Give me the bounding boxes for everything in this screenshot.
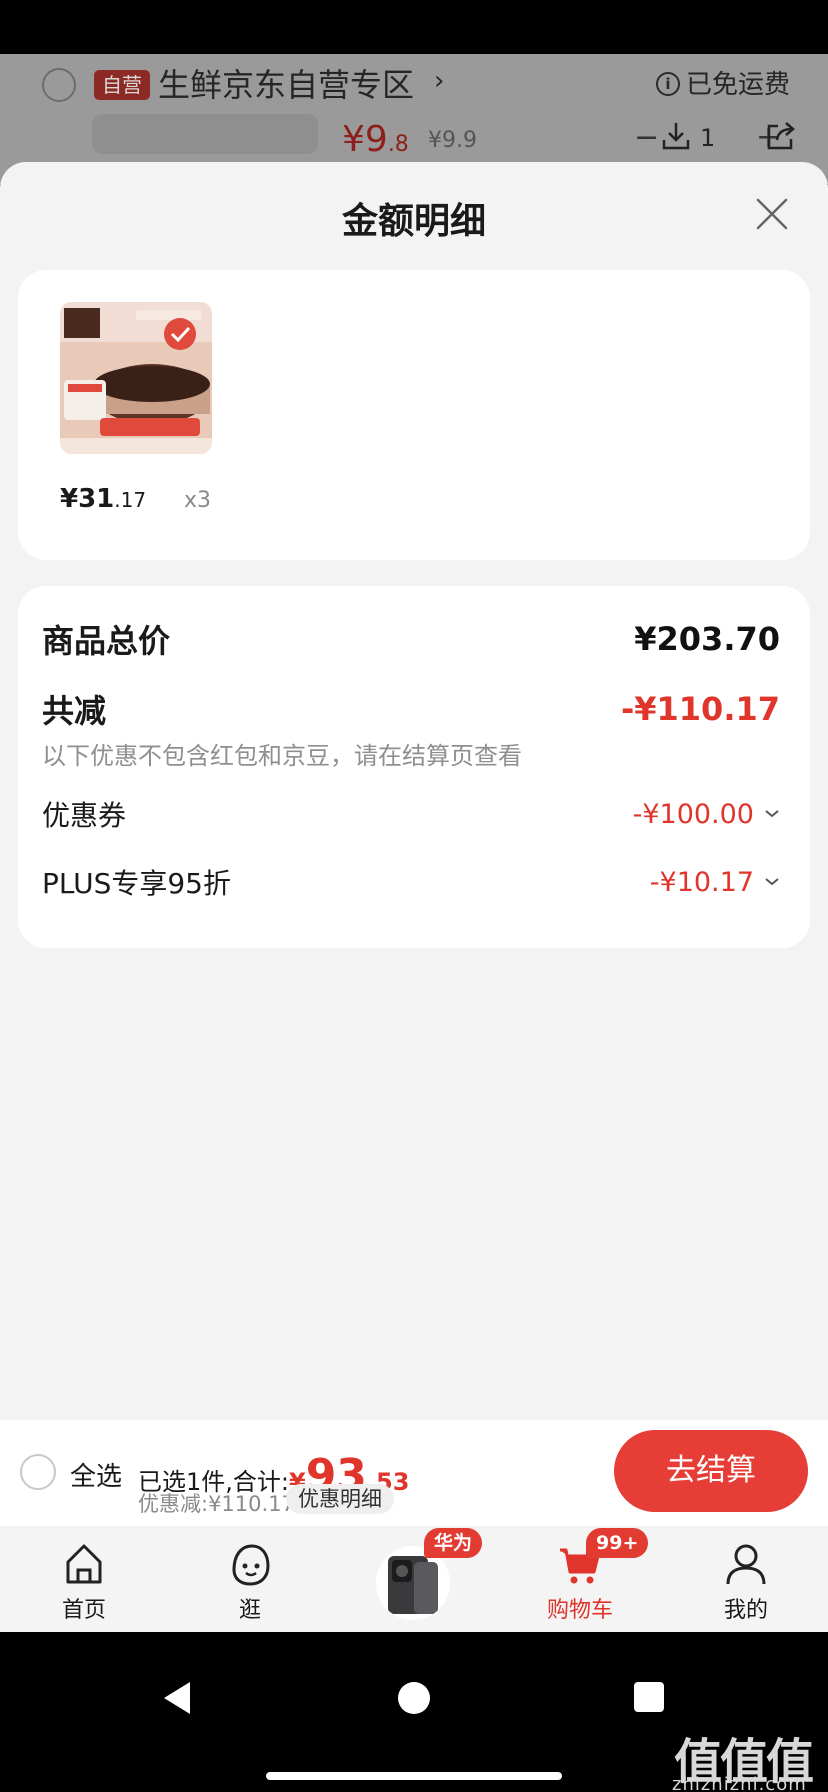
discount-detail-button[interactable]: 优惠明细 [286,1484,394,1514]
discount-note: 以下优惠不包含红包和京豆，请在结算页查看 [42,742,522,770]
product-image[interactable] [60,302,212,454]
total-discount-row: 共减 -¥110.17 [42,686,780,732]
gesture-handle[interactable] [266,1772,562,1780]
recents-icon[interactable] [634,1682,664,1712]
checkout-button[interactable]: 去结算 [614,1430,808,1512]
watermark-url: zhizhizhi.com [672,1774,807,1792]
plus-discount-value[interactable]: -¥10.17 [650,867,780,898]
item-list-card: ¥31.17 x3 [18,270,810,560]
promo-badge: 华为 [424,1528,483,1558]
checkout-bar: 全选 已选1件,合计: ¥93.53 优惠减:¥110.17 优惠明细 去结算 [0,1420,828,1526]
tab-home-label: 首页 [61,1598,106,1623]
back-icon[interactable] [160,1680,194,1716]
price-summary-card: 商品总价 ¥203.70 共减 -¥110.17 以下优惠不包含红包和京豆，请在… [18,586,810,948]
product-unit-price: ¥31.17 [60,484,147,514]
store-name[interactable]: 生鲜京东自营专区 [158,64,414,106]
select-all-label[interactable]: 全选 [70,1456,122,1493]
plus-discount-row[interactable]: PLUS专享95折 -¥10.17 [42,862,780,902]
saved-amount: 优惠减:¥110.17 [138,1492,295,1516]
bottom-tab-bar: 首页 逛 华为 购物车 99+ 我的 [0,1526,828,1632]
coupon-value[interactable]: -¥100.00 [633,799,780,830]
status-bar [0,0,828,54]
amount-detail-sheet: 金额明细 ¥31.17 x3 商品总价 ¥203.70 共减 -¥110.17 … [0,162,828,1420]
home-icon [66,1544,102,1584]
coupon-row[interactable]: 优惠券 -¥100.00 [42,794,780,834]
system-nav-bar: 值值值 zhizhizhi.com [0,1632,828,1792]
product-quantity: x3 [184,488,212,513]
self-operated-tag: 自营 [94,70,150,100]
close-icon[interactable] [752,194,792,234]
total-discount-value: -¥110.17 [620,690,780,728]
total-price-row: 商品总价 ¥203.70 [42,616,780,662]
quantity-minus-button[interactable]: − [634,120,659,155]
cart-count-badge: 99+ [586,1528,649,1558]
store-select-radio[interactable] [42,68,76,102]
total-price-label: 商品总价 [42,622,171,660]
total-discount-label: 共减 [42,692,107,730]
tab-me-label: 我的 [723,1598,768,1623]
sheet-title: 金额明细 [341,201,486,242]
plus-discount-label: PLUS专享95折 [42,867,231,900]
tab-browse-label: 逛 [238,1598,261,1623]
original-price: ¥9.9 [428,128,477,153]
download-icon[interactable] [660,120,692,152]
free-shipping-label: 已免运费 [686,70,791,100]
info-icon[interactable]: i [656,72,680,96]
tab-me[interactable]: 我的 [686,1526,806,1632]
chevron-right-icon: › [434,66,445,96]
coupon-label: 优惠券 [42,799,127,832]
user-icon [726,1544,766,1585]
item-price: ¥9.8 [342,119,409,160]
product-option-pill[interactable] [92,114,318,154]
tab-browse[interactable]: 逛 [190,1526,310,1632]
chevron-down-icon[interactable] [764,877,780,887]
chevron-down-icon[interactable] [764,809,780,819]
home-nav-icon[interactable] [398,1682,430,1714]
tab-home[interactable]: 首页 [24,1526,144,1632]
tab-cart-label: 购物车 [546,1598,613,1623]
share-icon[interactable] [764,120,798,152]
browse-face-icon [232,1544,270,1586]
select-all-radio[interactable] [20,1454,56,1490]
total-price-value: ¥203.70 [634,620,780,658]
quantity-value[interactable]: 1 [700,124,715,152]
